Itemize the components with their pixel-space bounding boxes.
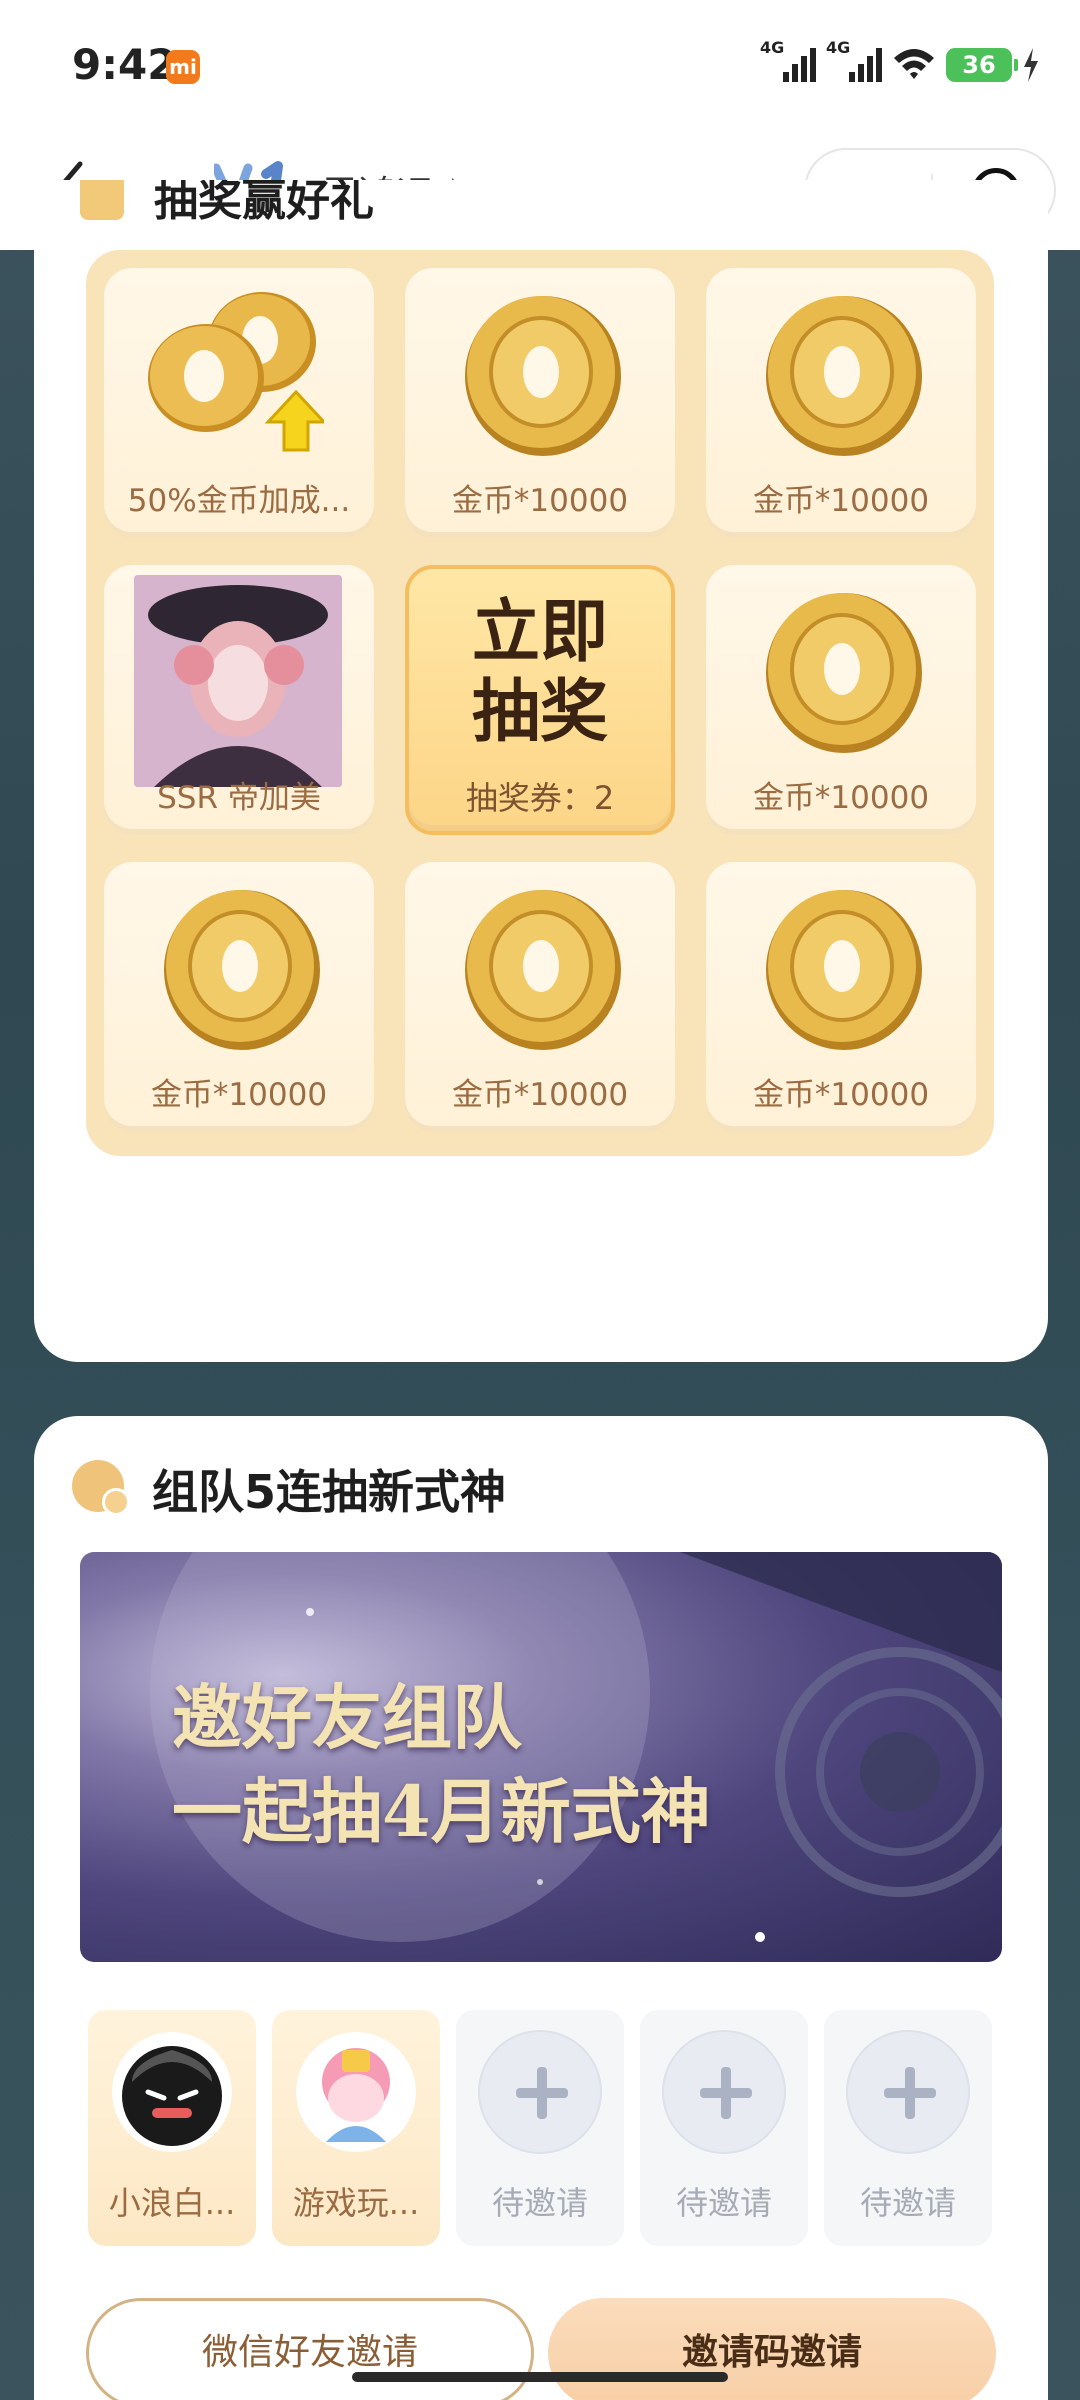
draw-button-text: 立即 抽奖 xyxy=(471,593,608,752)
team-member-slot[interactable]: 小浪白... xyxy=(88,2010,256,2246)
mi-notification-icon: mi xyxy=(166,50,200,84)
status-bar: 9:42 mi 4G 4G 36 xyxy=(0,0,1080,130)
plus-icon xyxy=(846,2030,970,2154)
banner-headline: 邀好友组队 xyxy=(172,1676,522,1759)
prize-cell[interactable]: SSR 帝加美 xyxy=(104,565,374,835)
coin-icon xyxy=(465,296,621,456)
prize-label: 金币*10000 xyxy=(752,780,930,816)
prize-label: SSR 帝加美 xyxy=(157,780,321,816)
team-icon xyxy=(72,1460,130,1516)
member-name: 游戏玩... xyxy=(292,2184,420,2222)
team-member-slot[interactable]: 游戏玩... xyxy=(272,2010,440,2246)
invite-slot-label: 待邀请 xyxy=(491,2184,588,2222)
team-title: 组队5连抽新式神 xyxy=(152,1465,507,1519)
prize-label: 金币*10000 xyxy=(752,483,930,519)
plus-icon xyxy=(478,2030,602,2154)
coin-bonus-icon xyxy=(148,292,324,452)
prize-cell[interactable]: 50%金币加成... xyxy=(104,268,374,538)
prize-cell[interactable]: 金币*10000 xyxy=(104,862,374,1132)
wechat-invite-button[interactable]: 微信好友邀请 xyxy=(86,2298,534,2400)
coin-icon xyxy=(465,890,621,1050)
battery-icon: 36 xyxy=(946,48,1018,82)
prize-cell[interactable]: 金币*10000 xyxy=(706,862,976,1132)
avatar xyxy=(296,2032,416,2152)
wifi-icon xyxy=(894,49,934,79)
prize-cell[interactable]: 金币*10000 xyxy=(405,862,675,1132)
signal-icon: 4G xyxy=(760,38,816,82)
invite-code-button[interactable]: 邀请码邀请 xyxy=(548,2298,996,2400)
draw-button[interactable]: 立即 抽奖 抽奖券：2 xyxy=(405,565,675,835)
coin-icon xyxy=(766,890,922,1050)
ticket-count: 抽奖券：2 xyxy=(465,779,615,817)
plus-icon xyxy=(662,2030,786,2154)
invite-slot[interactable]: 待邀请 xyxy=(640,2010,808,2246)
avatar xyxy=(112,2032,232,2152)
lottery-card: 抽奖赢好礼 50%金币加成... 金币*10000 金币*10000 SSR 帝… xyxy=(34,180,1048,1362)
invite-slot-label: 待邀请 xyxy=(859,2184,956,2222)
lottery-grid: 50%金币加成... 金币*10000 金币*10000 SSR 帝加美 立即 … xyxy=(86,250,994,1156)
lottery-title: 抽奖赢好礼 xyxy=(154,180,374,226)
invite-slot[interactable]: 待邀请 xyxy=(824,2010,992,2246)
prize-cell[interactable]: 金币*10000 xyxy=(405,268,675,538)
team-card: 组队5连抽新式神 邀好友组队 一起抽4月新式神 小浪白... 游戏玩... 待邀… xyxy=(34,1416,1048,2400)
prize-label: 金币*10000 xyxy=(451,483,629,519)
signal-icon: 4G xyxy=(826,38,882,82)
charging-icon xyxy=(1024,48,1038,82)
status-icons: 4G 4G 36 xyxy=(760,38,1040,82)
invite-banner[interactable]: 邀好友组队 一起抽4月新式神 xyxy=(80,1552,1002,1962)
coin-icon xyxy=(766,296,922,456)
home-indicator[interactable] xyxy=(352,2372,728,2382)
invite-slot[interactable]: 待邀请 xyxy=(456,2010,624,2246)
member-name: 小浪白... xyxy=(108,2184,236,2222)
ssr-character-image xyxy=(134,575,342,787)
prize-label: 金币*10000 xyxy=(451,1077,629,1113)
invite-slot-label: 待邀请 xyxy=(675,2184,772,2222)
banner-subheadline: 一起抽4月新式神 xyxy=(172,1770,711,1853)
prize-cell[interactable]: 金币*10000 xyxy=(706,565,976,835)
prize-label: 金币*10000 xyxy=(150,1077,328,1113)
coin-icon xyxy=(766,593,922,753)
coin-icon xyxy=(164,890,320,1050)
status-time: 9:42 xyxy=(72,40,177,89)
gift-icon xyxy=(80,180,124,220)
prize-label: 金币*10000 xyxy=(752,1077,930,1113)
prize-cell[interactable]: 金币*10000 xyxy=(706,268,976,538)
prize-label: 50%金币加成... xyxy=(127,483,351,519)
